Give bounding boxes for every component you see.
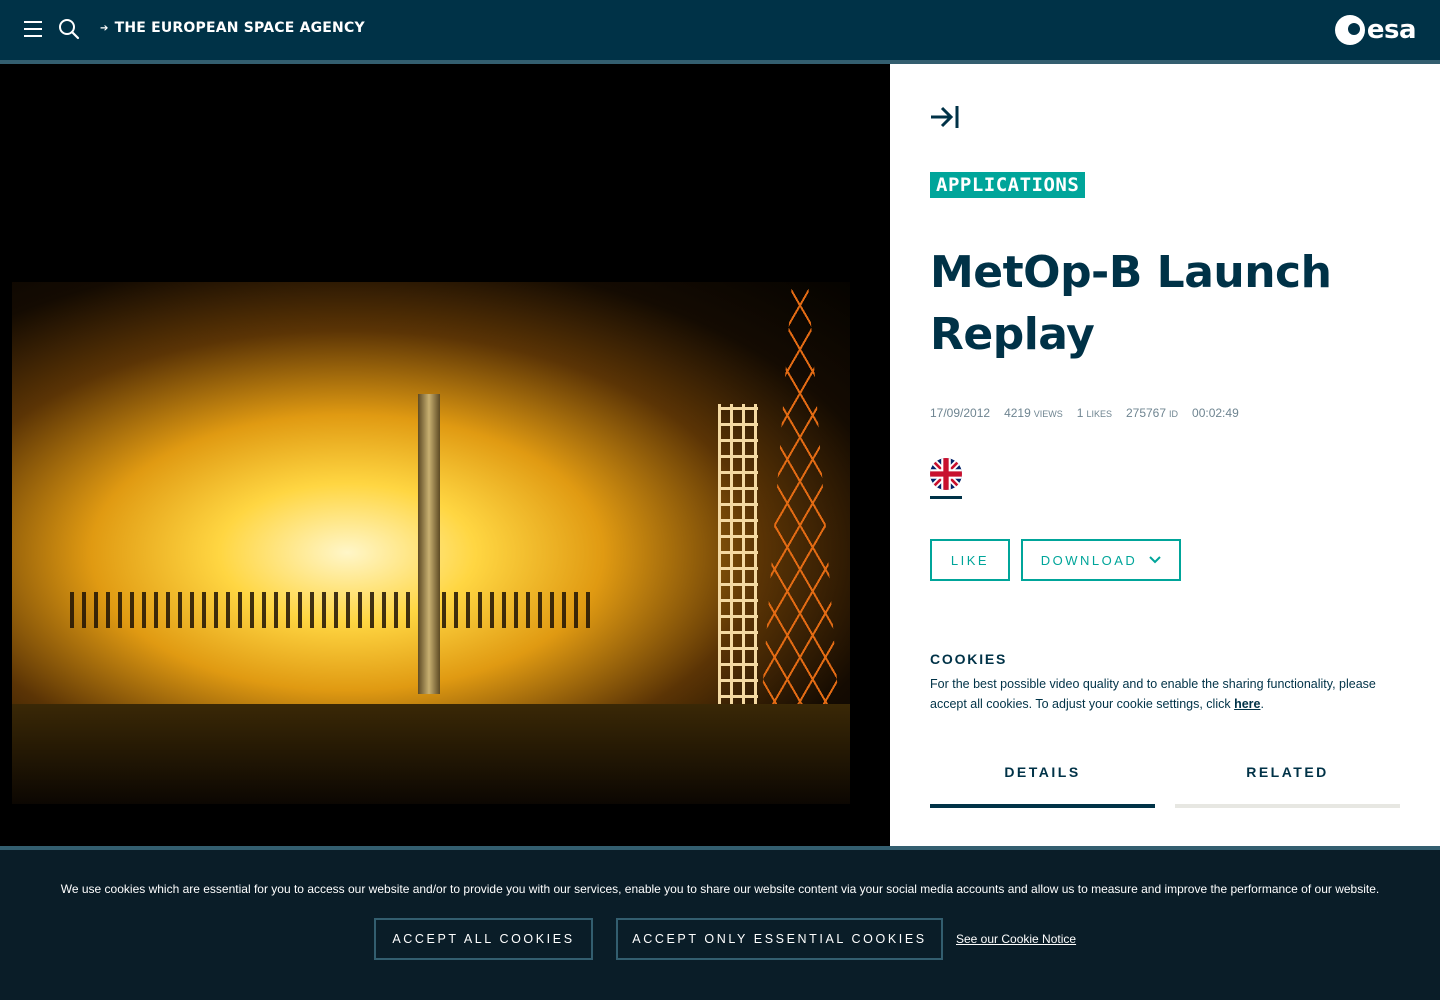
views-count: 4219 VIEWS (1004, 406, 1063, 420)
menu-icon[interactable] (24, 21, 42, 37)
uk-flag-icon[interactable] (930, 458, 962, 490)
like-button[interactable]: LIKE (930, 539, 1010, 581)
media-info-panel: APPLICATIONS MetOp-B Launch Replay 17/09… (890, 64, 1440, 846)
id-label: ID (1169, 409, 1179, 419)
page-title: MetOp-B Launch Replay (930, 247, 1332, 360)
cookie-notice-link[interactable]: See our Cookie Notice (956, 932, 1076, 946)
cookies-message-text: For the best possible video quality and … (930, 677, 1376, 711)
download-button[interactable]: DOWNLOAD (1021, 539, 1181, 581)
views-label: VIEWS (1033, 409, 1063, 419)
cookies-message: For the best possible video quality and … (930, 674, 1400, 714)
service-tower (718, 404, 758, 714)
download-button-label: DOWNLOAD (1040, 552, 1138, 568)
likes-count: 1 LIKES (1077, 406, 1112, 420)
launch-gantry-silhouette (70, 592, 590, 628)
cookie-banner: We use cookies which are essential for y… (0, 850, 1440, 1000)
search-icon[interactable] (58, 18, 80, 40)
arrow-right-icon: ➔ (100, 22, 109, 34)
esa-home-link[interactable]: ➔ THE EUROPEAN SPACE AGENCY (100, 20, 365, 36)
accept-all-cookies-button[interactable]: ACCEPT ALL COOKIES (374, 918, 593, 960)
likes-label: LIKES (1086, 409, 1112, 419)
tab-related[interactable]: RELATED (1175, 764, 1400, 808)
tab-details[interactable]: DETAILS (930, 764, 1155, 808)
views-value: 4219 (1004, 406, 1031, 420)
esa-logo-mark (1334, 15, 1365, 45)
id-value: 275767 (1125, 406, 1167, 420)
brand-link-label: THE EUROPEAN SPACE AGENCY (114, 20, 365, 36)
like-button-label: LIKE (950, 552, 990, 568)
launch-pad-ground (12, 704, 850, 804)
publish-date: 17/09/2012 (930, 406, 991, 420)
cookies-message-suffix: . (1260, 697, 1264, 711)
rocket-silhouette (418, 394, 440, 694)
esa-logo-text: esa (1366, 15, 1417, 45)
collapse-panel-icon[interactable] (930, 104, 960, 130)
accept-all-cookies-label: ACCEPT ALL COOKIES (392, 932, 575, 946)
tab-related-label: RELATED (1246, 764, 1329, 780)
video-player[interactable] (0, 64, 890, 846)
duration: 00:02:49 (1192, 406, 1239, 420)
cookie-banner-text: We use cookies which are essential for y… (60, 882, 1380, 896)
accept-essential-cookies-label: ACCEPT ONLY ESSENTIAL COOKIES (632, 932, 927, 946)
chevron-down-icon (1149, 556, 1161, 564)
accept-essential-cookies-button[interactable]: ACCEPT ONLY ESSENTIAL COOKIES (616, 918, 943, 960)
likes-value: 1 (1076, 406, 1084, 420)
category-tag[interactable]: APPLICATIONS (930, 172, 1086, 198)
media-id: 275767 ID (1126, 406, 1178, 420)
tab-details-label: DETAILS (1004, 764, 1081, 780)
media-metadata: 17/09/2012 4219 VIEWS 1 LIKES 275767 ID 00:… (930, 406, 1239, 420)
cookie-settings-link[interactable]: here (1234, 697, 1260, 711)
top-navigation-bar: ➔ THE EUROPEAN SPACE AGENCY esa (0, 0, 1440, 60)
language-active-indicator (930, 496, 962, 499)
cookies-heading: COOKIES (930, 651, 1008, 667)
esa-logo[interactable]: esa (1334, 14, 1417, 46)
